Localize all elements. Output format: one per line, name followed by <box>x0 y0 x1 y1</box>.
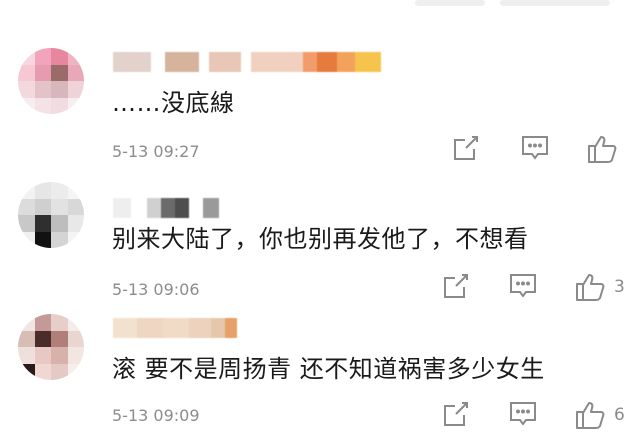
like-button[interactable] <box>586 134 626 164</box>
comment-icon <box>522 136 548 160</box>
avatar[interactable] <box>18 314 84 380</box>
blurred-bar <box>415 0 485 6</box>
share-button[interactable] <box>452 134 480 162</box>
comment-text: ……没底線 <box>112 89 235 117</box>
blurred-bar <box>500 0 610 6</box>
username-obscured[interactable] <box>113 198 219 218</box>
reply-button[interactable] <box>508 272 538 300</box>
username-obscured[interactable] <box>113 318 237 338</box>
comment-actions <box>0 134 640 164</box>
reply-button[interactable] <box>508 400 538 428</box>
share-icon <box>444 402 468 426</box>
comment-text: 滚 要不是周扬青 还不知道祸害多少女生 <box>112 355 545 383</box>
username-obscured[interactable] <box>113 52 381 72</box>
like-icon <box>588 136 617 163</box>
comment-icon <box>510 402 536 426</box>
avatar[interactable] <box>18 182 84 248</box>
share-button[interactable] <box>442 272 470 300</box>
like-button[interactable]: 3 <box>574 272 625 302</box>
like-icon <box>576 402 605 429</box>
share-button[interactable] <box>442 400 470 428</box>
comment-actions: 6 <box>0 400 640 430</box>
share-icon <box>444 274 468 298</box>
like-count: 3 <box>614 277 625 297</box>
top-bar <box>0 0 640 22</box>
like-icon <box>576 274 605 301</box>
comment-actions: 3 <box>0 272 640 302</box>
reply-button[interactable] <box>520 134 550 162</box>
comment-text: 别来大陆了，你也别再发他了，不想看 <box>112 225 529 253</box>
share-icon <box>454 136 478 160</box>
avatar[interactable] <box>18 48 84 114</box>
like-button[interactable]: 6 <box>574 400 625 430</box>
comment-icon <box>510 274 536 298</box>
like-count: 6 <box>614 405 625 425</box>
